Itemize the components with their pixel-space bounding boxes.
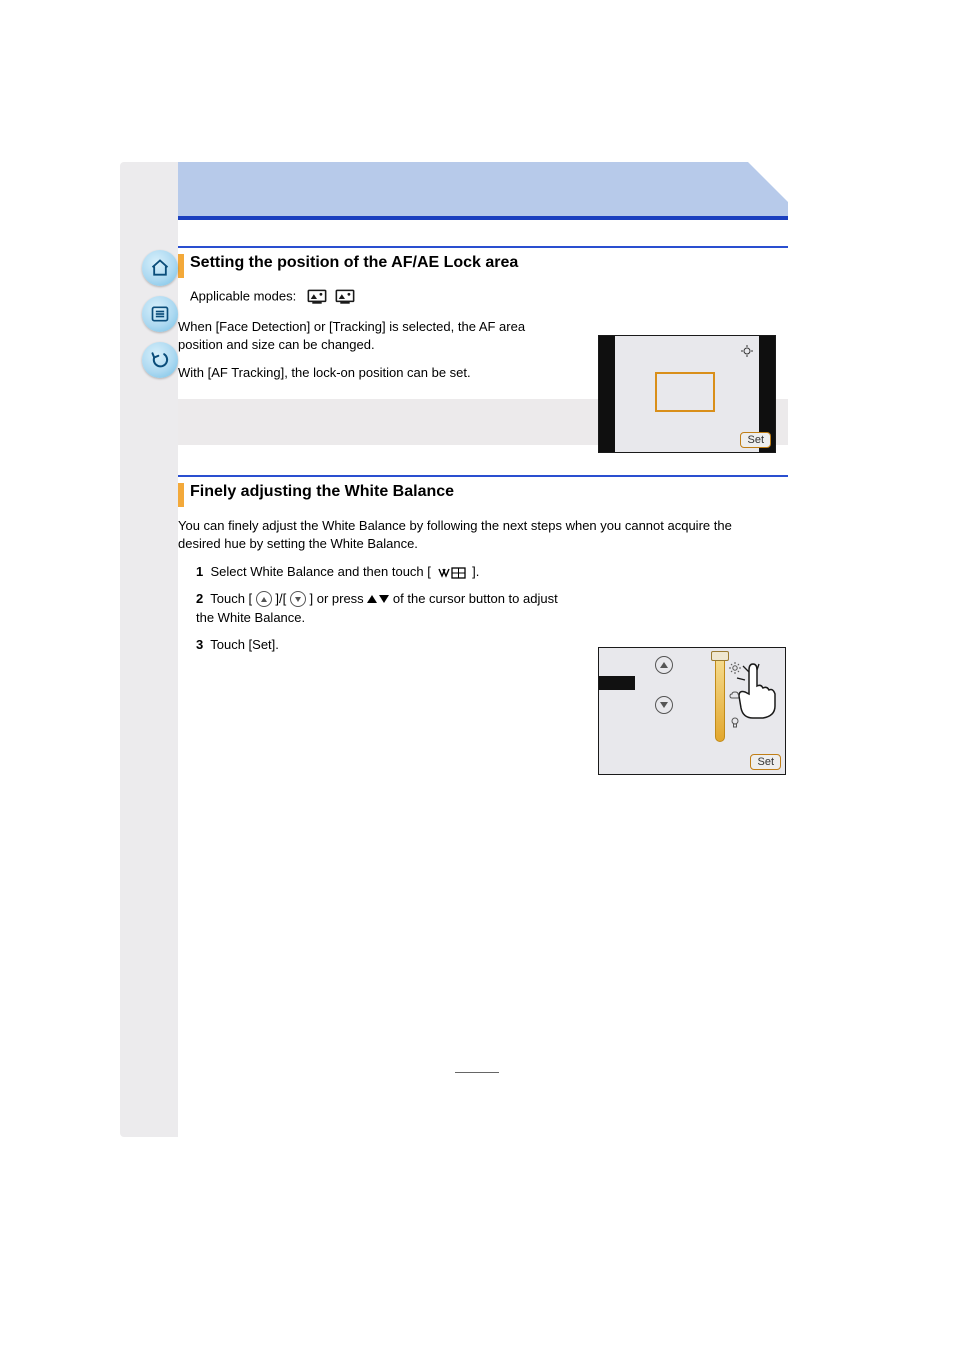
- mode-iaplus-icon: [334, 288, 356, 306]
- arrow-up-icon[interactable]: [655, 656, 673, 674]
- section-banner: [178, 162, 788, 220]
- mode-ia-icon: [306, 288, 328, 306]
- step-2-text-a: Touch [: [210, 591, 252, 606]
- figure-set-button[interactable]: Set: [750, 754, 781, 770]
- step-3-text: Touch [Set].: [210, 637, 279, 652]
- step-2-text-b: ]/[: [275, 591, 286, 606]
- section-1-title: Setting the position of the AF/AE Lock a…: [190, 254, 518, 272]
- section-1-body-1: When [Face Detection] or [Tracking] is s…: [178, 318, 558, 354]
- af-frame-icon: [655, 372, 715, 412]
- section-rule: [178, 246, 788, 248]
- section-1-header: Setting the position of the AF/AE Lock a…: [178, 254, 788, 278]
- section-2-intro: You can finely adjust the White Balance …: [178, 517, 768, 553]
- step-1: 1 Select White Balance and then touch [ …: [196, 563, 788, 582]
- wb-slider-knob[interactable]: [711, 651, 729, 661]
- wb-slider-track[interactable]: [715, 656, 725, 742]
- step-2: 2 Touch [ ]/[ ] or press of the cursor b…: [196, 590, 566, 628]
- cursor-updown-icon: [367, 595, 389, 603]
- set-button-label: Set: [747, 434, 764, 446]
- step-1-text-a: Select White Balance and then touch [: [210, 564, 430, 579]
- applicable-label: Applicable modes:: [190, 288, 296, 303]
- set-button-label: Set: [757, 756, 774, 768]
- figure-side-bar: [599, 336, 615, 452]
- section-2-header: Finely adjusting the White Balance: [178, 483, 788, 507]
- section-rule: [178, 475, 788, 477]
- figure-set-button[interactable]: Set: [740, 432, 771, 448]
- menu-icon[interactable]: [142, 296, 178, 332]
- chevron-down-icon: [290, 591, 306, 607]
- step-2-number: 2: [196, 591, 203, 606]
- nav-icon-column: [142, 250, 178, 378]
- footer-rule: [455, 1072, 499, 1073]
- sun-icon: [741, 344, 753, 356]
- step-2-text-c: ] or press: [310, 591, 368, 606]
- orange-marker-icon: [178, 483, 184, 507]
- step-3-number: 3: [196, 637, 203, 652]
- wb-adjust-figure: Set: [598, 647, 786, 775]
- orange-marker-icon: [178, 254, 184, 278]
- home-icon[interactable]: [142, 250, 178, 286]
- figure-black-block: [599, 676, 635, 690]
- step-1-number: 1: [196, 564, 203, 579]
- applicable-modes-row: Applicable modes:: [190, 288, 788, 306]
- back-icon[interactable]: [142, 342, 178, 378]
- af-area-figure: Set: [598, 335, 776, 453]
- touch-hand-icon: [729, 660, 783, 720]
- wb-adjust-icon: [437, 563, 467, 582]
- chevron-up-icon: [256, 591, 272, 607]
- section-2-title: Finely adjusting the White Balance: [190, 483, 454, 501]
- section-1-body-2: With [AF Tracking], the lock-on position…: [178, 364, 558, 382]
- arrow-down-icon[interactable]: [655, 696, 673, 714]
- step-1-text-b: ].: [472, 564, 479, 579]
